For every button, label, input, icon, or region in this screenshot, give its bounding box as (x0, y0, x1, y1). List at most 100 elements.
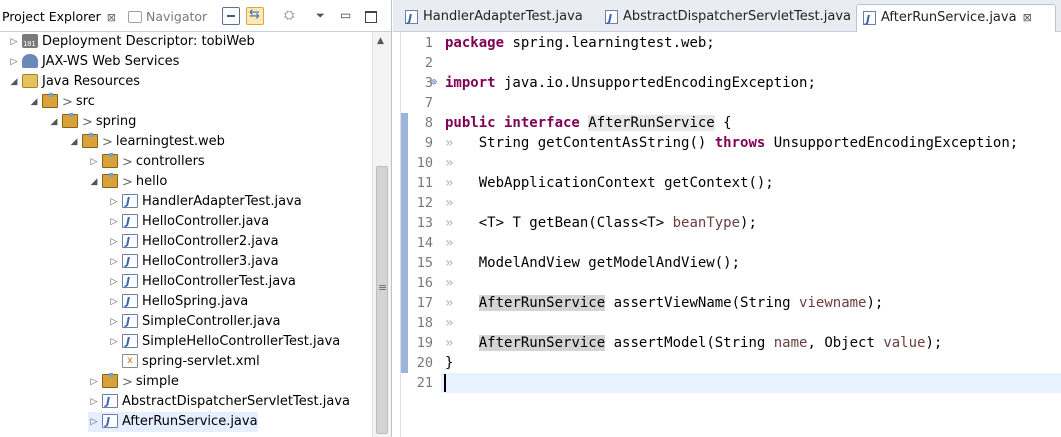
tree-item-src[interactable]: ◢ > src (28, 92, 95, 112)
tree-item-jaxws[interactable]: ▷ JAX-WS Web Services (8, 52, 179, 72)
line-number: 10 (416, 155, 433, 171)
vertical-ruler (393, 32, 401, 437)
collapse-all-icon[interactable] (222, 7, 240, 25)
close-icon[interactable]: ⊠ (107, 11, 116, 24)
tree-item-label: simple (135, 374, 179, 389)
tree-item-label: HelloControllerTest.java (142, 274, 296, 289)
package-icon (102, 373, 118, 388)
project-tree: ▷ Deployment Descriptor: tobiWeb ▷ JAX-WS … (0, 32, 372, 437)
expanded-arrow-icon[interactable]: ◢ (68, 132, 80, 152)
collapsed-arrow-icon[interactable]: ▷ (88, 412, 100, 432)
close-icon[interactable]: ⊠ (1023, 11, 1032, 24)
line-number: 11 (416, 175, 433, 191)
collapsed-arrow-icon[interactable]: ▷ (108, 272, 120, 292)
java-file-icon (122, 212, 138, 232)
java-file-icon (102, 412, 118, 432)
dirty-prefix: > (122, 374, 133, 390)
collapsed-arrow-icon[interactable]: ▷ (8, 32, 20, 52)
link-with-editor-icon[interactable] (246, 7, 264, 25)
tree-item-label: learningtest.web (115, 134, 225, 149)
tree-item-label: AfterRunService.java (122, 414, 258, 429)
tree-item-deployment-descriptor[interactable]: ▷ Deployment Descriptor: tobiWeb (8, 32, 255, 54)
java-file-icon (122, 192, 138, 212)
scroll-up-icon[interactable]: ▲ (377, 36, 384, 46)
editor-tab[interactable]: AbstractDispatcherServletTest.java (599, 4, 853, 32)
code-text: getContentAsString() (529, 135, 715, 151)
keyword: throws (714, 135, 766, 151)
tree-item-file[interactable]: ▷ HandlerAdapterTest.java (108, 192, 302, 212)
tree-item-file[interactable]: ▷ SimpleHelloControllerTest.java (108, 332, 341, 352)
type-occurrence-highlight: AfterRunService (478, 295, 606, 311)
dirty-prefix: > (122, 154, 133, 170)
collapsed-arrow-icon[interactable]: ▷ (108, 312, 120, 332)
collapsed-arrow-icon[interactable]: ▷ (88, 152, 100, 172)
tree-item-file[interactable]: ▷ HelloSpring.java (108, 292, 249, 312)
code-text: <T> T getBean(Class<T> (478, 215, 673, 231)
tree-item-simple[interactable]: ▷ > simple (88, 372, 179, 392)
tree-item-file[interactable]: ▷ HelloController3.java (108, 252, 279, 272)
collapsed-arrow-icon[interactable]: ▷ (88, 392, 100, 412)
tree-item-controllers[interactable]: ▷ > controllers (88, 152, 205, 172)
whitespace-marker: » (445, 195, 454, 211)
tree-item-file[interactable]: ▷ HelloController.java (108, 212, 270, 232)
tree-item-file[interactable]: ▷ SimpleController.java (108, 312, 281, 332)
tree-item-file[interactable]: ▷ HelloController2.java (108, 232, 279, 252)
line-number: 1 (424, 35, 433, 51)
tree-item-label: HelloController2.java (142, 234, 279, 249)
tree-item-file[interactable]: spring-servlet.xml (108, 351, 260, 372)
tree-item-file[interactable]: ▷ HelloControllerTest.java (108, 272, 296, 292)
code-line: » (445, 153, 453, 173)
java-file-icon (122, 272, 138, 292)
expanded-arrow-icon[interactable]: ◢ (28, 92, 40, 112)
expanded-arrow-icon[interactable]: ◢ (88, 172, 100, 192)
scrollbar-thumb[interactable]: ≡ (376, 166, 388, 434)
expanded-arrow-icon[interactable]: ◢ (8, 72, 20, 92)
tab-navigator[interactable]: Navigator (128, 7, 207, 27)
tab-project-explorer[interactable]: Project Explorer ⊠ (2, 7, 116, 27)
tree-item-file-selected[interactable]: ▷ AfterRunService.java (88, 412, 258, 432)
collapsed-arrow-icon[interactable]: ▷ (88, 372, 100, 392)
tree-item-java-resources[interactable]: ◢ Java Resources (8, 72, 140, 92)
tree-item-label: spring (95, 114, 137, 129)
fold-expand-icon[interactable]: ⊕ (431, 73, 441, 93)
whitespace-marker: » (445, 335, 454, 351)
collapsed-arrow-icon[interactable]: ▷ (108, 232, 120, 252)
collapsed-arrow-icon[interactable]: ▷ (108, 332, 120, 352)
tree-item-learningtest-web[interactable]: ◢ > learningtest.web (68, 132, 225, 152)
editor-tab-label: AbstractDispatcherServletTest.java (623, 9, 851, 24)
editor-tab[interactable]: HandlerAdapterTest.java (399, 4, 589, 32)
code-text: ModelAndView getModelAndView(); (478, 255, 741, 271)
code-line: » String getContentAsString() throws Uns… (445, 133, 1018, 153)
filter-icon[interactable]: ⛭ (284, 7, 302, 25)
collapsed-arrow-icon[interactable]: ▷ (108, 252, 120, 272)
tree-item-label: controllers (135, 154, 205, 169)
collapsed-arrow-icon[interactable]: ▷ (108, 212, 120, 232)
tree-item-label: HandlerAdapterTest.java (142, 194, 302, 209)
tree-item-label: HelloSpring.java (142, 294, 249, 309)
tree-item-file[interactable]: ▷ AbstractDispatcherServletTest.java (88, 392, 350, 412)
keyword: public interface (445, 115, 580, 131)
tree-item-spring[interactable]: ◢ > spring (48, 112, 136, 132)
tree-scrollbar[interactable]: ▲ ≡ (372, 32, 391, 437)
tree-item-label: HelloController.java (142, 214, 270, 229)
tree-item-hello[interactable]: ◢ > hello (88, 172, 167, 192)
collapsed-arrow-icon[interactable]: ▷ (8, 52, 20, 72)
web-services-icon (22, 54, 38, 68)
editor-tab-active[interactable]: AfterRunService.java ⊠ (856, 4, 1056, 33)
code-editor[interactable]: 1 2 3 ⊕ 7 8 9 10 11 12 13 14 15 16 17 18… (393, 32, 1061, 437)
tree-item-label: Deployment Descriptor: tobiWeb (42, 34, 255, 49)
tab-navigator-label: Navigator (146, 9, 208, 24)
text-caret (444, 374, 446, 392)
code-text: String (478, 135, 530, 151)
tree-item-label: JAX-WS Web Services (42, 54, 180, 69)
expanded-arrow-icon[interactable]: ◢ (48, 112, 60, 132)
collapsed-arrow-icon[interactable]: ▷ (108, 192, 120, 212)
minimize-icon[interactable]: ▭ (340, 7, 358, 25)
java-file-icon (605, 6, 618, 32)
code-line: » WebApplicationContext getContext(); (445, 173, 774, 193)
collapsed-arrow-icon[interactable]: ▷ (108, 292, 120, 312)
view-menu-icon[interactable]: ⏷ (316, 7, 334, 25)
tree-item-label: hello (135, 174, 168, 189)
maximize-icon[interactable] (362, 7, 380, 25)
parameter-name: name (773, 335, 808, 351)
